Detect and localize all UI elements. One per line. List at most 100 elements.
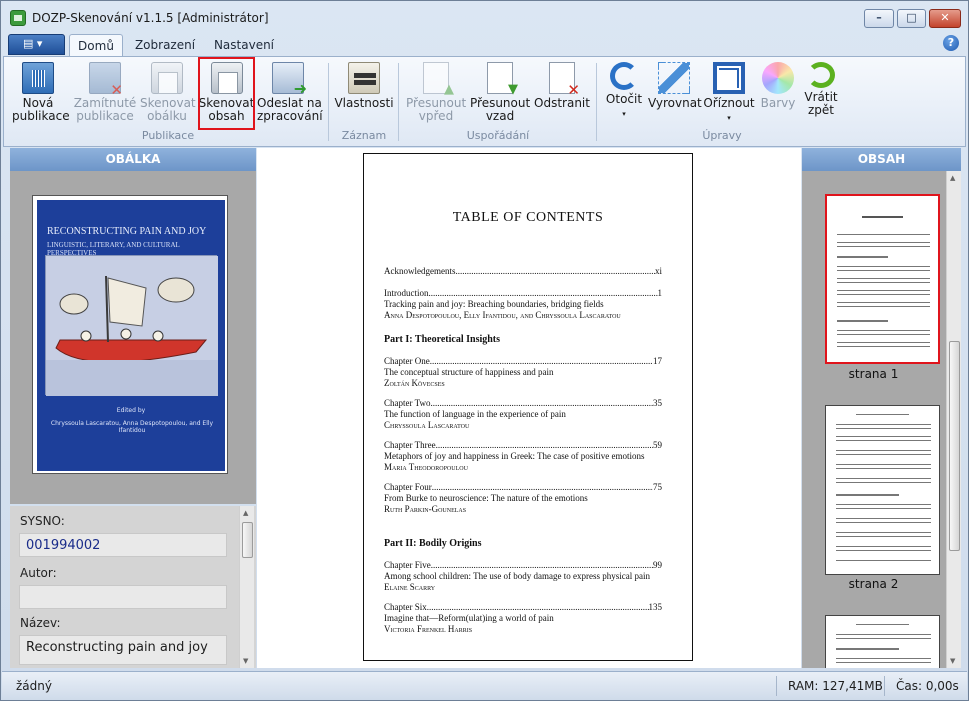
barvy-button[interactable]: Barvy [758,59,798,131]
toc-entry-author: Ruth Parkin-Gounelas [384,504,467,514]
undo-icon [807,62,835,88]
ram-usage: RAM: 127,41MB [788,679,883,693]
chevron-down-icon: ▾ [727,114,731,122]
page-delete-icon [549,62,580,97]
time-readout: Čas: 0,00s [896,679,959,693]
page-thumbnail[interactable] [825,405,940,575]
tab-nastaveni[interactable]: Nastavení [209,34,279,56]
thumbnails-scrollbar[interactable]: ▲ ▼ [946,171,961,668]
presunout-vzad-button[interactable]: Přesunout vzad [470,59,530,131]
zamitnute-publikace-button[interactable]: Zamítnuté publikace [72,59,138,131]
toc-entry-page: 35 [653,398,662,408]
toc-entry-page: 1 [657,288,663,298]
scroll-down-icon[interactable]: ▼ [950,657,955,665]
toc-entry-name: Chapter Two [384,398,431,408]
nazev-field[interactable]: Reconstructing pain and joy [19,635,227,665]
cover-image[interactable]: RECONSTRUCTING PAIN AND JOY LINGUISTIC, … [32,195,228,474]
toc-entry-page: xi [654,266,662,276]
maximize-button[interactable]: □ [897,9,926,28]
page-up-icon [423,62,454,96]
scroll-down-icon[interactable]: ▼ [243,657,248,665]
hand-card-icon [348,62,380,94]
toc-entry-title: Tracking pain and joy: Breaching boundar… [384,299,604,309]
thumbnails-scroll-thumb[interactable] [949,341,960,551]
sysno-label: SYSNO: [20,514,65,528]
odstranit-button[interactable]: Odstranit [534,59,590,131]
page-down-icon [487,62,518,96]
odeslat-na-zpracovani-button[interactable]: Odeslat na zpracování [257,59,323,131]
rotate-icon [610,62,638,90]
app-icon [10,10,26,26]
thumbnail-caption: strana 2 [848,577,899,591]
toc-entry-author: Victoria Frenkel Harris [384,624,473,634]
presunout-vpred-button[interactable]: Přesunout vpřed [406,59,466,131]
status-divider [884,676,885,696]
toc-entry-title: The function of language in the experien… [384,409,566,419]
status-divider [776,676,777,696]
toc-entry-author: Maria Theodoropoulou [384,462,468,472]
scroll-up-icon[interactable]: ▲ [243,509,248,517]
send-icon [272,62,307,95]
barvy-label: Barvy [760,96,796,110]
vratit-zpet-button[interactable]: Vrátit zpět [800,59,842,131]
vratit-zpet-label: Vrátit zpět [804,90,838,117]
toc-entry-name: Chapter Six [384,602,427,612]
toc-entry-page: 17 [653,356,662,366]
ribbon-separator [398,63,399,141]
status-text: žádný [16,679,52,693]
crop-icon [713,62,745,94]
status-bar: žádný RAM: 127,41MB Čas: 0,00s [2,671,967,700]
page-preview-area: TABLE OF CONTENTS Acknowledgements......… [257,148,801,668]
toc-entry-author: Anna Despotopoulou, Elly Ifantidou, and … [384,310,621,320]
toc-entry-page: 99 [653,560,662,570]
minimize-button[interactable]: – [864,9,894,28]
group-label-upravy: Úpravy [702,129,742,142]
toc-entry-author: Chryssoula Lascaratou [384,420,470,430]
highlight-box [198,57,255,130]
tab-zobrazeni[interactable]: Zobrazení [131,34,199,56]
close-button[interactable]: ✕ [929,9,961,28]
skenovat-obalku-button[interactable]: Skenovat obálku [140,59,196,131]
toc-entry: Introduction............................… [384,288,663,320]
toc-entry: Chapter One.............................… [384,356,662,388]
toc-part-heading: Part I: Theoretical Insights [384,334,501,345]
toc-entry: Chapter Five............................… [384,560,662,592]
page-preview[interactable]: TABLE OF CONTENTS Acknowledgements......… [363,153,693,661]
chevron-down-icon: ▾ [622,110,626,118]
book-cover: RECONSTRUCTING PAIN AND JOY LINGUISTIC, … [37,200,225,471]
toc-entry: Chapter Six.............................… [384,602,662,634]
tab-domu[interactable]: Domů [69,34,123,56]
toc-entry-name: Chapter Three [384,440,436,450]
maximize-icon: □ [906,11,917,24]
cover-title: RECONSTRUCTING PAIN AND JOY [47,226,207,237]
sysno-field[interactable]: 001994002 [19,533,227,557]
otocit-label: Otočit [605,92,643,106]
oriznout-button[interactable]: Oříznout ▾ [702,59,756,131]
help-icon[interactable]: ? [943,35,959,51]
application-menu-button[interactable]: ▤ ▾ [8,34,65,55]
presunout-vpred-label: Přesunout vpřed [406,96,467,123]
cover-panel-header: OBÁLKA [10,148,256,171]
contents-panel: OBSAH strana 1 strana 2 ▲ ▼ [802,148,961,668]
toc-title: TABLE OF CONTENTS [452,210,604,225]
page-thumbnail[interactable] [825,615,940,668]
otocit-button[interactable]: Otočit ▾ [602,59,646,131]
toc-entry: Chapter Two.............................… [384,398,662,430]
group-label-zaznam: Záznam [341,129,387,142]
scroll-up-icon[interactable]: ▲ [950,174,955,182]
title-bar: DOZP-Skenování v1.1.5 [Administrátor] – … [1,1,968,32]
metadata-scroll-thumb[interactable] [242,522,253,558]
toc-entry-title: The conceptual structure of happiness an… [384,367,554,377]
close-icon: ✕ [940,11,950,24]
toc-entry: Chapter Three...........................… [384,440,662,472]
nova-publikace-button[interactable]: Nová publikace [12,59,70,131]
metadata-scrollbar[interactable]: ▲ ▼ [239,506,254,668]
scanner-icon [151,62,183,94]
ribbon-tabs: ▤ ▾ Domů Zobrazení Nastavení ? [1,31,968,56]
page-thumbnail[interactable] [825,194,940,364]
toc-entry-name: Introduction [384,288,429,298]
vlastnosti-button[interactable]: Vlastnosti [334,59,394,131]
toc-entry-page: 75 [653,482,662,492]
vyrovnat-button[interactable]: Vyrovnat [648,59,702,131]
autor-field[interactable] [19,585,227,609]
